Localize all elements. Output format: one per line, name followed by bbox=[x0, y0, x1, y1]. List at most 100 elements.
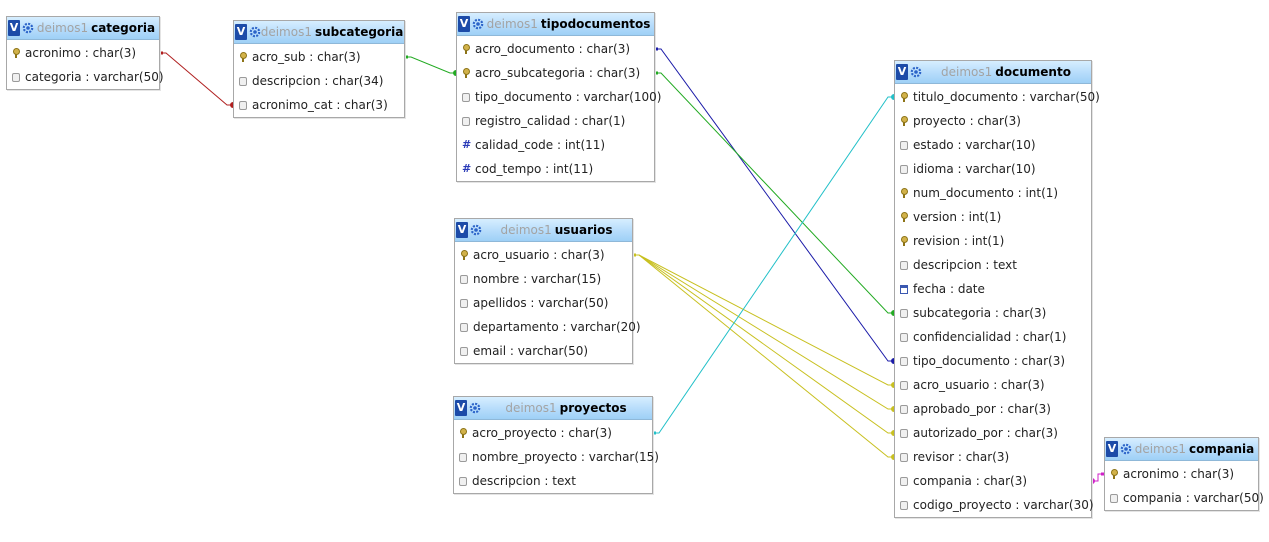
field-label: registro_calidad : char(1) bbox=[475, 114, 626, 128]
field-row[interactable]: nombre : varchar(15) bbox=[455, 267, 632, 291]
table-header[interactable]: V deimos1 categoria bbox=[7, 17, 159, 40]
field-row[interactable]: acro_subcategoria : char(3) bbox=[457, 61, 654, 85]
field-row[interactable]: acro_usuario : char(3) bbox=[455, 243, 632, 267]
field-row[interactable]: acronimo : char(3) bbox=[7, 41, 159, 65]
field-row[interactable]: nombre_proyecto : varchar(15) bbox=[454, 445, 659, 469]
field-row[interactable]: estado : varchar(10) bbox=[895, 133, 1091, 157]
field-row[interactable]: revision : int(1) bbox=[895, 229, 1091, 253]
gear-icon[interactable] bbox=[472, 18, 484, 30]
key-icon bbox=[462, 44, 470, 54]
field-label: fecha : date bbox=[913, 282, 985, 296]
field-row[interactable]: autorizado_por : char(3) bbox=[895, 421, 1091, 445]
field-row[interactable]: descripcion : char(34) bbox=[234, 69, 404, 93]
field-row[interactable]: categoria : varchar(50) bbox=[7, 65, 164, 89]
column-icon bbox=[460, 346, 468, 356]
field-row[interactable]: descripcion : text bbox=[454, 469, 652, 493]
field-row[interactable]: acro_documento : char(3) bbox=[457, 37, 654, 61]
field-label: tipo_documento : varchar(100) bbox=[475, 90, 662, 104]
field-list: acro_usuario : char(3) nombre : varchar(1… bbox=[455, 242, 641, 363]
field-label: acro_usuario : char(3) bbox=[473, 248, 605, 262]
field-row[interactable]: tipo_documento : varchar(100) bbox=[457, 85, 661, 109]
table-compania[interactable]: V deimos1 compania acronimo : char(3) comp… bbox=[1104, 437, 1264, 511]
field-row[interactable]: tipo_documento : char(3) bbox=[895, 349, 1091, 373]
relation-line bbox=[633, 254, 894, 410]
field-row[interactable]: acronimo_cat : char(3) bbox=[234, 93, 404, 117]
table-proyectos[interactable]: V deimos1 proyectos acro_proyecto : char(… bbox=[453, 396, 659, 494]
gear-icon[interactable] bbox=[469, 402, 481, 414]
field-list: acronimo : char(3) compania : varchar(50) bbox=[1105, 461, 1264, 510]
column-icon bbox=[900, 428, 908, 438]
relation-line bbox=[405, 56, 456, 74]
field-row[interactable]: aprobado_por : char(3) bbox=[895, 397, 1091, 421]
table-name: tipodocumentos bbox=[540, 17, 651, 31]
toggle-view-icon[interactable]: V bbox=[455, 400, 467, 416]
table-header[interactable]: V deimos1 documento bbox=[895, 61, 1091, 84]
numeric-icon bbox=[462, 157, 471, 181]
column-icon bbox=[900, 332, 908, 342]
field-label: titulo_documento : varchar(50) bbox=[913, 90, 1100, 104]
field-row[interactable]: version : int(1) bbox=[895, 205, 1091, 229]
field-row[interactable]: registro_calidad : char(1) bbox=[457, 109, 654, 133]
toggle-view-icon[interactable]: V bbox=[1106, 441, 1118, 457]
toggle-view-icon[interactable]: V bbox=[896, 64, 908, 80]
table-subcategoria[interactable]: V deimos1 subcategoria acro_sub : char(3)… bbox=[233, 20, 405, 118]
gear-icon[interactable] bbox=[249, 26, 261, 38]
column-icon bbox=[239, 76, 247, 86]
table-categoria[interactable]: V deimos1 categoria acronimo : char(3) cat… bbox=[6, 16, 164, 90]
table-name: categoria bbox=[91, 21, 156, 35]
field-row[interactable]: compania : char(3) bbox=[895, 469, 1091, 493]
field-row[interactable]: descripcion : text bbox=[895, 253, 1091, 277]
field-label: idioma : varchar(10) bbox=[913, 162, 1036, 176]
table-header[interactable]: V deimos1 proyectos bbox=[454, 397, 652, 420]
gear-icon[interactable] bbox=[470, 224, 482, 236]
column-icon bbox=[459, 452, 467, 462]
relation-source-marker bbox=[160, 51, 163, 55]
relation-source-marker bbox=[633, 253, 636, 257]
field-row[interactable]: departamento : varchar(20) bbox=[455, 315, 641, 339]
relation-line bbox=[633, 254, 894, 434]
toggle-view-icon[interactable]: V bbox=[235, 24, 247, 40]
field-row[interactable]: acronimo : char(3) bbox=[1105, 462, 1258, 486]
field-row[interactable]: apellidos : varchar(50) bbox=[455, 291, 632, 315]
table-header[interactable]: V deimos1 tipodocumentos bbox=[457, 13, 654, 36]
column-icon bbox=[900, 140, 908, 150]
table-tipodocumentos[interactable]: V deimos1 tipodocumentos acro_documento :… bbox=[456, 12, 661, 182]
column-icon bbox=[900, 452, 908, 462]
table-usuarios[interactable]: V deimos1 usuarios acro_usuario : char(3)… bbox=[454, 218, 641, 364]
field-list: acro_documento : char(3) acro_subcategori… bbox=[457, 36, 661, 181]
field-row[interactable]: proyecto : char(3) bbox=[895, 109, 1091, 133]
toggle-view-icon[interactable]: V bbox=[8, 20, 20, 36]
gear-icon[interactable] bbox=[910, 66, 922, 78]
field-row[interactable]: confidencialidad : char(1) bbox=[895, 325, 1091, 349]
column-icon bbox=[462, 116, 470, 126]
column-icon bbox=[900, 356, 908, 366]
database-name: deimos1 bbox=[500, 223, 552, 237]
toggle-view-icon[interactable]: V bbox=[458, 16, 470, 32]
column-icon bbox=[239, 100, 247, 110]
field-row[interactable]: email : varchar(50) bbox=[455, 339, 632, 363]
field-row[interactable]: num_documento : int(1) bbox=[895, 181, 1091, 205]
field-row[interactable]: idioma : varchar(10) bbox=[895, 157, 1091, 181]
field-label: descripcion : text bbox=[472, 474, 576, 488]
field-row[interactable]: acro_sub : char(3) bbox=[234, 45, 404, 69]
field-row[interactable]: compania : varchar(50) bbox=[1105, 486, 1264, 510]
field-row[interactable]: codigo_proyecto : varchar(30) bbox=[895, 493, 1094, 517]
relation-line bbox=[633, 254, 894, 458]
table-header[interactable]: V deimos1 usuarios bbox=[455, 219, 632, 242]
field-label: proyecto : char(3) bbox=[913, 114, 1021, 128]
field-row[interactable]: revisor : char(3) bbox=[895, 445, 1091, 469]
gear-icon[interactable] bbox=[1120, 443, 1132, 455]
table-header[interactable]: V deimos1 subcategoria bbox=[234, 21, 404, 44]
table-documento[interactable]: V deimos1 documento titulo_documento : va… bbox=[894, 60, 1100, 518]
field-row[interactable]: acro_proyecto : char(3) bbox=[454, 421, 652, 445]
field-row[interactable]: subcategoria : char(3) bbox=[895, 301, 1091, 325]
gear-icon[interactable] bbox=[22, 22, 34, 34]
field-row[interactable]: acro_usuario : char(3) bbox=[895, 373, 1091, 397]
toggle-view-icon[interactable]: V bbox=[456, 222, 468, 238]
field-row[interactable]: fecha : date bbox=[895, 277, 1091, 301]
field-row[interactable]: titulo_documento : varchar(50) bbox=[895, 85, 1100, 109]
field-row[interactable]: calidad_code : int(11) bbox=[457, 133, 654, 157]
table-header[interactable]: V deimos1 compania bbox=[1105, 438, 1258, 461]
table-name: subcategoria bbox=[314, 25, 404, 39]
field-row[interactable]: cod_tempo : int(11) bbox=[457, 157, 654, 181]
